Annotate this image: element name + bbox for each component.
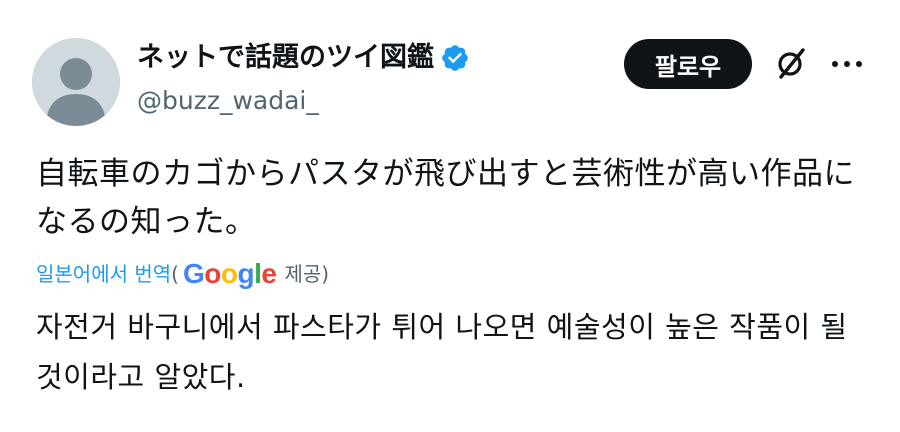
translate-link[interactable]: 일본어에서 번역 [36, 256, 171, 292]
avatar[interactable] [32, 38, 120, 126]
open-paren: ( [171, 262, 179, 286]
google-letter: o [220, 258, 238, 289]
google-letter: e [261, 258, 277, 289]
provided-by-label: 제공) [284, 262, 330, 286]
google-letter: G [182, 258, 205, 289]
translation-attribution: 일본어에서 번역 ( Google 제공) [36, 256, 329, 292]
display-name-row[interactable]: ネットで話題のツイ図鑑 [137, 40, 470, 76]
google-letter: g [237, 258, 255, 289]
verified-badge-icon [440, 43, 470, 73]
google-letter: o [204, 258, 221, 289]
follow-button[interactable]: 팔로우 [624, 39, 752, 89]
more-dots-icon[interactable] [830, 52, 864, 76]
user-handle[interactable]: @buzz_wadai_ [137, 84, 319, 118]
google-logo: Google [182, 256, 277, 292]
grok-icon[interactable] [772, 44, 810, 82]
translated-text: 자전거 바구니에서 파스타가 튀어 나오면 예술성이 높은 작품이 될 것이라고… [36, 310, 848, 394]
tweet-text: 自転車のカゴからパスタが飛び出すと芸術性が高い作品になるの知った。 [36, 156, 855, 240]
display-name[interactable]: ネットで話題のツイ図鑑 [137, 40, 434, 76]
default-avatar-icon [32, 38, 120, 126]
tweet-card: ネットで話題のツイ図鑑 @buzz_wadai_ 팔로우 自転車のカゴからパスタ… [0, 0, 900, 432]
